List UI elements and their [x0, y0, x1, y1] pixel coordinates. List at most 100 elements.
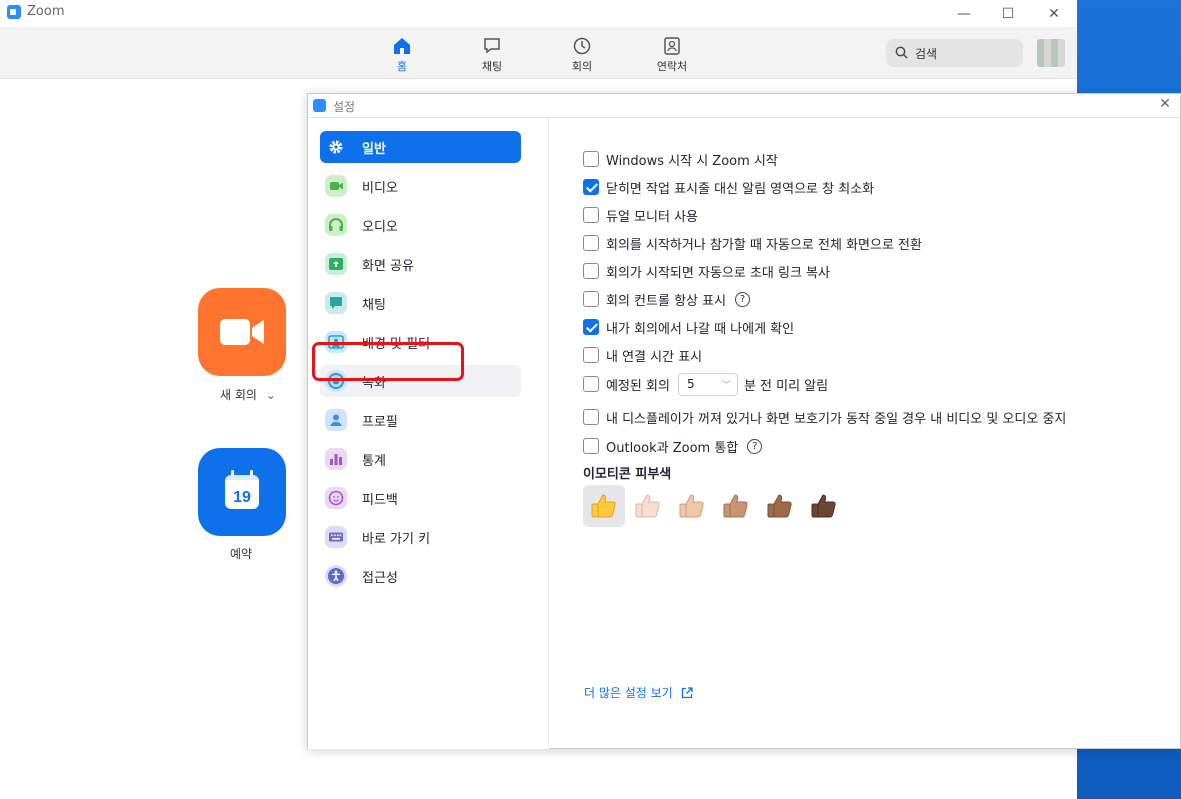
skin-tone-medium-light[interactable]	[671, 485, 713, 527]
checkbox[interactable]	[583, 151, 599, 167]
checkbox[interactable]	[583, 409, 599, 425]
sidebar-item-chat[interactable]: 채팅	[320, 287, 521, 319]
settings-sidebar: 일반 비디오 오디오 화면 공유 채팅 배경 및 필터 녹화 프로필 통계 피드…	[308, 118, 549, 749]
reminder-minutes-select[interactable]: 5 ﹀	[677, 372, 738, 396]
skin-tone-light[interactable]	[627, 485, 669, 527]
help-icon[interactable]: ?	[735, 291, 751, 307]
sidebar-item-label: 채팅	[362, 298, 386, 313]
checkbox[interactable]	[583, 347, 599, 363]
sidebar-item-screen-share[interactable]: 화면 공유	[320, 248, 521, 280]
option-label: 회의를 시작하거나 참가할 때 자동으로 전체 화면으로 전환	[606, 237, 922, 253]
help-icon[interactable]: ?	[747, 438, 763, 454]
headphones-icon	[325, 214, 347, 236]
settings-close-button[interactable]: ✕	[1156, 96, 1174, 114]
option-dual-monitors[interactable]: 듀얼 모니터 사용	[583, 205, 698, 225]
thumbs-up-icon	[723, 494, 748, 518]
skin-tone-default[interactable]	[583, 485, 625, 527]
sidebar-item-label: 통계	[362, 454, 386, 469]
tab-home[interactable]: 홈	[372, 37, 432, 74]
video-camera-icon	[220, 319, 264, 345]
sidebar-item-label: 일반	[362, 142, 386, 157]
option-show-connected-time[interactable]: 내 연결 시간 표시	[583, 345, 702, 365]
more-settings-link[interactable]: 더 많은 설정 보기	[584, 684, 693, 701]
tab-chat-label: 채팅	[481, 60, 503, 73]
minimize-button[interactable]: —	[941, 0, 987, 27]
option-label: Windows 시작 시 Zoom 시작	[606, 153, 778, 169]
option-label: 회의 컨트롤 항상 표시	[606, 293, 727, 309]
sidebar-item-statistics[interactable]: 통계	[320, 443, 521, 475]
tab-meetings-label: 회의	[571, 60, 593, 73]
option-outlook-integration[interactable]: Outlook과 Zoom 통합 ?	[583, 436, 763, 456]
sidebar-item-video[interactable]: 비디오	[320, 170, 521, 202]
window-titlebar: Zoom — ☐ ✕	[0, 0, 1077, 27]
checkbox[interactable]	[583, 207, 599, 223]
reminder-minutes-value: 5	[686, 377, 695, 391]
sidebar-item-accessibility[interactable]: 접근성	[320, 560, 521, 592]
search-placeholder: 검색	[915, 47, 938, 61]
settings-dialog: 설정 ✕ 일반 비디오 오디오 화면 공유 채팅 배경 및 필터 녹화 프로필 …	[307, 93, 1181, 749]
statistics-icon	[325, 448, 347, 470]
option-label: 내 디스플레이가 꺼져 있거나 화면 보호기가 동작 중일 경우 내 비디오 및…	[606, 411, 1067, 427]
option-copy-invite-link[interactable]: 회의가 시작되면 자동으로 초대 링크 복사	[583, 261, 830, 281]
thumbs-up-icon	[635, 494, 660, 518]
accessibility-icon	[325, 565, 347, 587]
sidebar-item-label: 화면 공유	[362, 259, 414, 274]
new-meeting-label: 새 회의 ⌄	[220, 386, 276, 403]
skin-tone-heading: 이모티콘 피부색	[583, 467, 672, 482]
chevron-down-icon[interactable]: ⌄	[266, 388, 276, 402]
user-avatar[interactable]	[1037, 39, 1065, 67]
checkbox[interactable]	[583, 319, 599, 335]
checkbox[interactable]	[583, 179, 599, 195]
search-icon	[895, 46, 908, 59]
tab-meetings[interactable]: 회의	[552, 37, 612, 74]
chevron-down-icon: ﹀	[721, 380, 731, 391]
sidebar-item-profile[interactable]: 프로필	[320, 404, 521, 436]
new-meeting-button[interactable]	[198, 288, 286, 376]
home-icon	[394, 38, 410, 54]
sidebar-item-feedback[interactable]: 피드백	[320, 482, 521, 514]
checkbox[interactable]	[583, 263, 599, 279]
top-nav-bar: 홈 채팅 회의 연락처 검색	[0, 27, 1077, 79]
sidebar-item-label: 피드백	[362, 493, 398, 508]
schedule-button[interactable]: 19	[198, 448, 286, 536]
checkbox[interactable]	[583, 438, 599, 454]
tab-contacts-label: 연락처	[656, 60, 688, 73]
checkbox[interactable]	[583, 235, 599, 251]
sidebar-item-shortcuts[interactable]: 바로 가기 키	[320, 521, 521, 553]
option-auto-fullscreen[interactable]: 회의를 시작하거나 참가할 때 자동으로 전체 화면으로 전환	[583, 233, 922, 253]
checkbox[interactable]	[583, 376, 599, 392]
option-upcoming-meeting-reminder: 예정된 회의 5 ﹀ 분 전 미리 알림	[583, 372, 828, 396]
sidebar-item-audio[interactable]: 오디오	[320, 209, 521, 241]
search-input[interactable]: 검색	[886, 39, 1023, 67]
highlight-annotation-box	[312, 342, 464, 381]
skin-tone-picker	[583, 485, 847, 527]
sidebar-item-label: 바로 가기 키	[362, 532, 431, 547]
option-always-show-controls[interactable]: 회의 컨트롤 항상 표시 ?	[583, 289, 751, 309]
tab-chat[interactable]: 채팅	[462, 37, 522, 74]
zoom-logo-icon	[313, 99, 326, 112]
maximize-button[interactable]: ☐	[985, 0, 1031, 27]
settings-general-panel: Windows 시작 시 Zoom 시작 닫히면 작업 표시줄 대신 알림 영역…	[550, 118, 1180, 749]
option-label: 예정된 회의	[606, 378, 670, 394]
option-start-with-windows[interactable]: Windows 시작 시 Zoom 시작	[583, 149, 778, 169]
option-label: 내 연결 시간 표시	[606, 349, 703, 365]
thumbs-up-icon	[591, 494, 616, 518]
zoom-logo-icon	[7, 5, 21, 19]
skin-tone-medium[interactable]	[715, 485, 757, 527]
skin-tone-medium-dark[interactable]	[759, 485, 801, 527]
sidebar-item-label: 프로필	[362, 415, 398, 430]
more-settings-text: 더 많은 설정 보기	[584, 686, 673, 700]
checkbox[interactable]	[583, 291, 599, 307]
window-title: Zoom	[27, 4, 65, 19]
thumbs-up-icon	[811, 494, 836, 518]
option-confirm-leave[interactable]: 내가 회의에서 나갈 때 나에게 확인	[583, 317, 794, 337]
calendar-icon: 19	[225, 470, 259, 509]
option-minimize-to-tray[interactable]: 닫히면 작업 표시줄 대신 알림 영역으로 창 최소화	[583, 177, 874, 197]
skin-tone-dark[interactable]	[803, 485, 845, 527]
sidebar-item-general[interactable]: 일반	[320, 131, 521, 163]
close-button[interactable]: ✕	[1031, 0, 1077, 27]
option-stop-av-on-screensaver[interactable]: 내 디스플레이가 꺼져 있거나 화면 보호기가 동작 중일 경우 내 비디오 및…	[583, 407, 1066, 427]
tab-contacts[interactable]: 연락처	[642, 37, 702, 74]
tab-home-label: 홈	[396, 60, 408, 73]
settings-titlebar: 설정 ✕	[308, 94, 1180, 118]
